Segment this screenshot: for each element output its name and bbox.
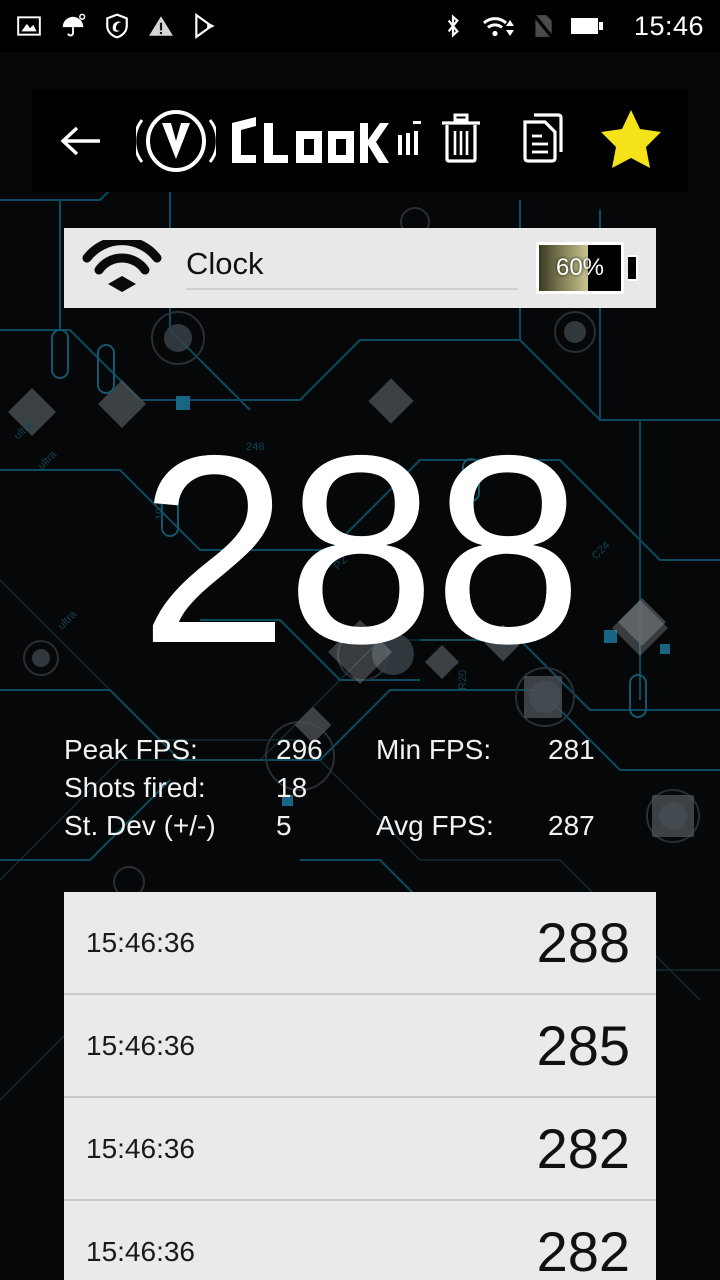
min-fps-value: 281 xyxy=(548,734,595,765)
device-name: Clock xyxy=(186,246,518,290)
clock-wordmark-icon xyxy=(232,116,389,163)
avg-fps-label: Avg FPS: xyxy=(376,810,494,841)
battery-body: 60% xyxy=(536,242,624,294)
avg-fps-value: 287 xyxy=(548,810,595,841)
device-card[interactable]: Clock 60% xyxy=(64,228,656,308)
play-store-icon xyxy=(195,13,215,39)
warning-triangle-icon xyxy=(149,16,173,36)
peak-fps-value: 296 xyxy=(276,734,323,765)
stat-row-shots-fired: Shots fired: 18 xyxy=(64,769,664,807)
st-dev-value: 5 xyxy=(276,810,292,841)
shot-time: 15:46:36 xyxy=(86,1235,195,1267)
list-item[interactable]: 15:46:36 282 xyxy=(64,1201,656,1280)
list-item[interactable]: 15:46:36 285 xyxy=(64,995,656,1098)
wifi-icon xyxy=(82,240,162,292)
back-button[interactable] xyxy=(32,123,128,159)
copy-button[interactable] xyxy=(518,112,566,169)
umbrella-weather-icon xyxy=(62,13,86,37)
shot-time: 15:46:36 xyxy=(86,926,195,958)
st-dev-label: St. Dev (+/-) xyxy=(64,810,216,841)
device-battery-indicator: 60% xyxy=(536,242,638,294)
shot-list[interactable]: 15:46:36 288 15:46:36 285 15:46:36 282 1… xyxy=(64,892,656,1280)
back-arrow-icon xyxy=(60,126,100,155)
statistics-panel: Peak FPS: 296 Min FPS: 281 Shots fired: … xyxy=(64,731,664,845)
shot-time: 15:46:36 xyxy=(86,1029,195,1061)
shots-fired-label: Shots fired: xyxy=(64,772,206,803)
latest-fps-value: 288 xyxy=(139,399,582,699)
min-fps-label: Min FPS: xyxy=(376,734,492,765)
status-bar-left-icons xyxy=(16,13,218,39)
delete-button[interactable] xyxy=(438,112,484,169)
battery-percent-label: 60% xyxy=(555,254,605,281)
shot-fps: 285 xyxy=(536,1013,630,1077)
v-circle-logo-icon xyxy=(136,109,216,172)
trash-icon xyxy=(442,113,480,163)
star-icon xyxy=(601,110,661,168)
status-bar-right-icons: 15:46 xyxy=(440,11,704,42)
hero-reading: 288 xyxy=(0,399,720,699)
favorite-button[interactable] xyxy=(600,108,662,173)
status-bar: 15:46 xyxy=(0,0,720,52)
peak-fps-label: Peak FPS: xyxy=(64,734,198,765)
shot-fps: 282 xyxy=(536,1219,630,1280)
shot-fps: 282 xyxy=(536,1116,630,1180)
status-bar-clock: 15:46 xyxy=(633,10,704,41)
shot-fps: 288 xyxy=(536,910,630,974)
shots-fired-value: 18 xyxy=(276,772,308,803)
device-card-title-wrap: Clock xyxy=(186,246,518,290)
shield-security-icon xyxy=(106,13,128,39)
wifi-icon xyxy=(482,17,514,37)
no-sim-icon xyxy=(531,13,554,39)
screenshot-icon xyxy=(17,16,41,36)
battery-cap xyxy=(628,255,638,281)
app-bar-actions xyxy=(438,108,688,173)
list-item[interactable]: 15:46:36 282 xyxy=(64,1098,656,1201)
stat-row-peak-min: Peak FPS: 296 Min FPS: 281 xyxy=(64,731,664,769)
logo-bars-icon xyxy=(398,120,421,155)
list-item[interactable]: 15:46:36 288 xyxy=(64,892,656,995)
bluetooth-icon xyxy=(447,14,459,38)
documents-copy-icon xyxy=(523,113,563,163)
battery-icon xyxy=(570,18,603,34)
app-bar xyxy=(32,89,688,192)
stat-row-stdev-avg: St. Dev (+/-) 5 Avg FPS: 287 xyxy=(64,807,664,845)
shot-time: 15:46:36 xyxy=(86,1132,195,1164)
app-logo xyxy=(136,109,422,172)
